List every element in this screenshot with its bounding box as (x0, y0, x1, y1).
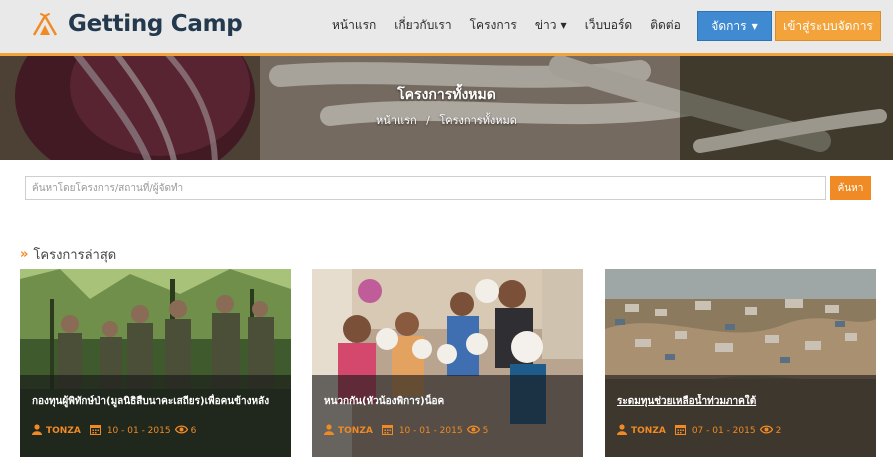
calendar-icon (89, 424, 101, 438)
section-heading: » โครงการล่าสุด (20, 244, 116, 265)
page-hero-banner: โครงการทั้งหมด หน้าแรก / โครงการทั้งหมด (0, 56, 893, 160)
top-navbar: Getting Camp หน้าแรก เกี่ยวกับเรา โครงกา… (0, 0, 893, 56)
admin-login-label: เข้าสู่ระบบจัดการ (783, 18, 873, 33)
admin-login-button[interactable]: เข้าสู่ระบบจัดการ (775, 11, 881, 41)
nav-item-projects[interactable]: โครงการ (470, 16, 517, 35)
card-caption-overlay (20, 375, 291, 457)
hero-background-image (0, 56, 893, 160)
breadcrumb: หน้าแรก / โครงการทั้งหมด (0, 111, 893, 129)
card-caption-overlay (312, 375, 583, 457)
project-card[interactable]: กองทุนผู้พิทักษ์ป่า(มูลนิธิสืบนาคะเสถียร… (20, 269, 291, 457)
double-chevron-right-icon: » (20, 247, 29, 262)
nav-item-about-label: เกี่ยวกับเรา (394, 18, 452, 32)
project-meta: TONZA 07 - 01 - 2015 2 (617, 424, 781, 438)
nav-item-news[interactable]: ข่าว ▼ (535, 16, 567, 35)
project-date: 10 - 01 - 2015 (398, 426, 463, 436)
project-date: 07 - 01 - 2015 (691, 426, 756, 436)
project-meta: TONZA 10 - 01 - 2015 5 (324, 424, 488, 438)
project-views: 6 (190, 426, 197, 436)
breadcrumb-separator: / (426, 114, 430, 127)
nav-item-projects-label: โครงการ (469, 18, 517, 32)
brand-logo[interactable]: Getting Camp (31, 10, 243, 38)
breadcrumb-current: โครงการทั้งหมด (439, 114, 517, 127)
nav-item-contact[interactable]: ติดต่อ (650, 16, 681, 35)
nav-item-home-label: หน้าแรก (332, 18, 377, 32)
brand-name: Getting Camp (68, 11, 243, 37)
project-views: 5 (482, 426, 489, 436)
user-icon (617, 424, 627, 438)
nav-item-contact-label: ติดต่อ (650, 18, 681, 32)
project-author: TONZA (338, 426, 373, 436)
page-title: โครงการทั้งหมด (397, 87, 496, 103)
project-date: 10 - 01 - 2015 (106, 426, 171, 436)
nav-item-webboard[interactable]: เว็บบอร์ด (585, 16, 633, 35)
nav-item-webboard-label: เว็บบอร์ด (584, 18, 633, 32)
eye-icon (174, 425, 188, 437)
calendar-icon (674, 424, 686, 438)
user-icon (32, 424, 42, 438)
eye-icon (466, 425, 480, 437)
project-title[interactable]: กองทุนผู้พิทักษ์ป่า(มูลนิธิสืบนาคะเสถียร… (32, 394, 282, 409)
tent-icon (32, 13, 58, 36)
project-views: 2 (775, 426, 782, 436)
user-icon (324, 424, 334, 438)
project-card[interactable]: ระดมทุนช่วยเหลือน้ำท่วมภาคใต้ TONZA 07 -… (605, 269, 876, 457)
caret-down-icon: ▼ (751, 21, 758, 31)
project-meta: TONZA 10 - 01 - 2015 6 (32, 424, 196, 438)
project-title[interactable]: ระดมทุนช่วยเหลือน้ำท่วมภาคใต้ (617, 394, 867, 409)
project-card[interactable]: หนวกกัน(หัวน้องพิการ)น็อค TONZA 10 - 01 … (312, 269, 583, 457)
project-author: TONZA (46, 426, 81, 436)
nav-item-news-label: ข่าว (534, 18, 557, 32)
manage-button-label: จัดการ (711, 18, 747, 33)
section-title-text: โครงการล่าสุด (33, 248, 117, 263)
nav-item-home[interactable]: หน้าแรก (332, 16, 376, 35)
search-input[interactable] (25, 176, 826, 200)
caret-down-icon: ▼ (560, 21, 567, 30)
search-button[interactable]: ค้นหา (830, 176, 871, 200)
card-caption-overlay (605, 375, 876, 457)
calendar-icon (381, 424, 393, 438)
project-author: TONZA (631, 426, 666, 436)
breadcrumb-home-link[interactable]: หน้าแรก (376, 114, 417, 127)
manage-dropdown-button[interactable]: จัดการ ▼ (697, 11, 772, 41)
main-nav: หน้าแรก เกี่ยวกับเรา โครงการ ข่าว ▼ เว็บบ… (332, 16, 699, 35)
nav-item-about[interactable]: เกี่ยวกับเรา (394, 16, 451, 35)
search-button-label: ค้นหา (837, 182, 864, 194)
eye-icon (759, 425, 773, 437)
project-title[interactable]: หนวกกัน(หัวน้องพิการ)น็อค (324, 394, 574, 409)
